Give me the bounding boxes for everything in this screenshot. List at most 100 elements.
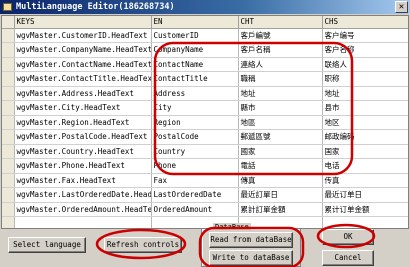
keys-cell[interactable]: wgvMaster.Region.HeadText bbox=[14, 115, 152, 130]
keys-cell[interactable]: wgvMaster.OrderedAmount.HeadText bbox=[14, 202, 152, 217]
row-selector[interactable] bbox=[2, 216, 15, 228]
keys-cell[interactable]: wgvMaster.PostalCode.HeadText bbox=[14, 129, 152, 145]
chs-cell[interactable]: 电话 bbox=[322, 158, 408, 174]
cht-cell[interactable]: 地區 bbox=[238, 115, 323, 130]
cht-cell[interactable]: 最近訂單日 bbox=[238, 187, 323, 203]
cht-cell[interactable]: 地址 bbox=[238, 86, 323, 101]
chs-cell[interactable]: 联络人 bbox=[322, 57, 408, 72]
table-row[interactable]: wgvMaster.Phone.HeadText Phone 電話 电话 bbox=[2, 158, 408, 174]
row-selector[interactable] bbox=[2, 71, 15, 87]
chs-cell[interactable] bbox=[322, 216, 408, 228]
row-header-corner[interactable] bbox=[2, 16, 15, 29]
table-row[interactable]: wgvMaster.LastOrderedDate.HeadTextLastOr… bbox=[2, 187, 408, 203]
table-row[interactable]: wgvMaster.Region.HeadText Region 地區 地区 bbox=[2, 115, 408, 130]
grid-header-row: KEYS EN CHT CHS bbox=[2, 16, 408, 29]
chs-cell[interactable]: 职称 bbox=[322, 71, 408, 87]
row-selector[interactable] bbox=[2, 173, 15, 188]
row-selector[interactable] bbox=[2, 115, 15, 130]
keys-cell[interactable] bbox=[14, 216, 152, 228]
table-row[interactable]: wgvMaster.OrderedAmount.HeadText OrderedA… bbox=[2, 202, 408, 217]
app-icon bbox=[3, 3, 12, 11]
refresh-controls-button[interactable]: Refresh controls bbox=[104, 237, 182, 253]
chs-cell[interactable]: 最近订单日 bbox=[322, 187, 408, 203]
table-row[interactable]: wgvMaster.PostalCode.HeadText PostalCode 郵… bbox=[2, 129, 408, 145]
en-cell[interactable]: PostalCode bbox=[151, 129, 239, 145]
table-row[interactable]: wgvMaster.CompanyName.HeadText CompanyNam… bbox=[2, 42, 408, 58]
en-cell[interactable]: Region bbox=[151, 115, 239, 130]
row-selector[interactable] bbox=[2, 100, 15, 116]
table-row[interactable]: wgvMaster.ContactTitle.HeadText ContactTi… bbox=[2, 71, 408, 87]
en-cell[interactable]: CompanyName bbox=[151, 42, 239, 58]
chs-cell[interactable]: 客户编号 bbox=[322, 28, 408, 43]
row-selector[interactable] bbox=[2, 42, 15, 58]
close-button[interactable]: ✕ bbox=[395, 1, 408, 13]
cht-cell[interactable]: 縣市 bbox=[238, 100, 323, 116]
keys-cell[interactable]: wgvMaster.ContactName.HeadText bbox=[14, 57, 152, 72]
keys-cell[interactable]: wgvMaster.Country.HeadText bbox=[14, 144, 152, 159]
keys-cell[interactable]: wgvMaster.ContactTitle.HeadText bbox=[14, 71, 152, 87]
select-language-button[interactable]: Select language bbox=[8, 237, 86, 253]
chs-cell[interactable]: 邮政编码 bbox=[322, 129, 408, 145]
cht-cell[interactable]: 傳真 bbox=[238, 173, 323, 188]
column-header[interactable]: EN bbox=[151, 16, 239, 29]
chs-cell[interactable]: 国家 bbox=[322, 144, 408, 159]
window-title: MultiLanguage Editor(186268734) bbox=[16, 2, 175, 12]
chs-cell[interactable]: 客户名称 bbox=[322, 42, 408, 58]
read-from-database-button[interactable]: Read from dataBase bbox=[209, 232, 293, 248]
keys-cell[interactable]: wgvMaster.Fax.HeadText bbox=[14, 173, 152, 188]
cht-cell[interactable]: 客戶編號 bbox=[238, 28, 323, 43]
en-cell[interactable]: Phone bbox=[151, 158, 239, 174]
en-cell[interactable]: ContactName bbox=[151, 57, 239, 72]
keys-cell[interactable]: wgvMaster.CompanyName.HeadText bbox=[14, 42, 152, 58]
en-cell[interactable]: City bbox=[151, 100, 239, 116]
row-selector[interactable] bbox=[2, 86, 15, 101]
keys-cell[interactable]: wgvMaster.CustomerID.HeadText bbox=[14, 28, 152, 43]
row-selector[interactable] bbox=[2, 129, 15, 145]
row-selector[interactable] bbox=[2, 144, 15, 159]
table-row[interactable]: wgvMaster.ContactName.HeadText ContactNam… bbox=[2, 57, 408, 72]
en-cell[interactable]: Country bbox=[151, 144, 239, 159]
keys-cell[interactable]: wgvMaster.Phone.HeadText bbox=[14, 158, 152, 174]
table-row[interactable]: wgvMaster.CustomerID.HeadText CustomerID 客… bbox=[2, 28, 408, 43]
cht-cell[interactable]: 連絡人 bbox=[238, 57, 323, 72]
keys-cell[interactable]: wgvMaster.City.HeadText bbox=[14, 100, 152, 116]
keys-cell[interactable]: wgvMaster.Address.HeadText bbox=[14, 86, 152, 101]
chs-cell[interactable]: 传真 bbox=[322, 173, 408, 188]
en-cell[interactable]: Fax bbox=[151, 173, 239, 188]
column-header[interactable]: KEYS bbox=[14, 16, 152, 29]
chs-cell[interactable]: 县市 bbox=[322, 100, 408, 116]
cht-cell[interactable]: 職稱 bbox=[238, 71, 323, 87]
en-cell[interactable]: Address bbox=[151, 86, 239, 101]
cht-cell[interactable]: 電話 bbox=[238, 158, 323, 174]
table-row[interactable]: wgvMaster.Country.HeadText Country 國家 国家 bbox=[2, 144, 408, 159]
en-cell[interactable]: CustomerID bbox=[151, 28, 239, 43]
cht-cell[interactable]: 國家 bbox=[238, 144, 323, 159]
row-selector[interactable] bbox=[2, 28, 15, 43]
cancel-button[interactable]: Cancel bbox=[322, 250, 374, 266]
chs-cell[interactable]: 累计订单金额 bbox=[322, 202, 408, 217]
cht-cell[interactable]: 郵遞區號 bbox=[238, 129, 323, 145]
cht-cell[interactable]: 客戶名稱 bbox=[238, 42, 323, 58]
write-to-database-button[interactable]: Write to dataBase bbox=[209, 250, 293, 266]
column-header[interactable]: CHS bbox=[322, 16, 408, 29]
language-grid[interactable]: KEYS EN CHT CHS wgvMaster.CustomerID.HeadTe… bbox=[1, 15, 409, 229]
keys-cell[interactable]: wgvMaster.LastOrderedDate.HeadText bbox=[14, 187, 152, 203]
cht-cell[interactable]: 累計訂單金額 bbox=[238, 202, 323, 217]
database-group-legend: DataBase bbox=[213, 223, 251, 231]
close-icon: ✕ bbox=[398, 2, 405, 12]
en-cell[interactable]: LastOrderedDate bbox=[151, 187, 239, 203]
table-row[interactable]: wgvMaster.Address.HeadText Address 地址 地址 bbox=[2, 86, 408, 101]
chs-cell[interactable]: 地区 bbox=[322, 115, 408, 130]
row-selector[interactable] bbox=[2, 202, 15, 217]
chs-cell[interactable]: 地址 bbox=[322, 86, 408, 101]
title-bar: MultiLanguage Editor(186268734) ✕ bbox=[0, 0, 410, 14]
table-row[interactable]: wgvMaster.City.HeadText City 縣市 县市 bbox=[2, 100, 408, 116]
row-selector[interactable] bbox=[2, 187, 15, 203]
column-header[interactable]: CHT bbox=[238, 16, 323, 29]
ok-button[interactable]: OK bbox=[322, 229, 374, 245]
row-selector[interactable] bbox=[2, 158, 15, 174]
en-cell[interactable]: OrderedAmount bbox=[151, 202, 239, 217]
table-row[interactable]: wgvMaster.Fax.HeadText Fax 傳真 传真 bbox=[2, 173, 408, 188]
en-cell[interactable]: ContactTitle bbox=[151, 71, 239, 87]
row-selector[interactable] bbox=[2, 57, 15, 72]
